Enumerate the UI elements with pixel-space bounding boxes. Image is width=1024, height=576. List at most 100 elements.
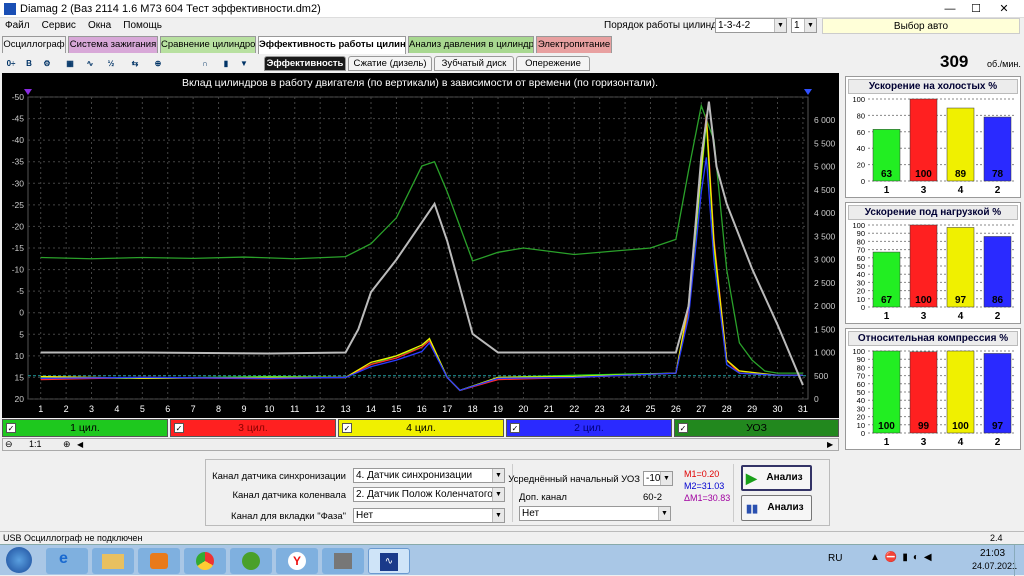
- minimize-button[interactable]: —: [938, 0, 962, 18]
- check-icon[interactable]: ✓: [678, 423, 688, 433]
- menu-windows[interactable]: Окна: [88, 20, 111, 31]
- x-tick: 2: [64, 404, 69, 414]
- close-button[interactable]: ✕: [992, 0, 1016, 18]
- check-icon[interactable]: ✓: [6, 423, 16, 433]
- menu-help[interactable]: Помощь: [123, 20, 162, 31]
- y-left-tick: 5: [19, 329, 24, 339]
- subtab-efficiency[interactable]: Эффективность: [264, 56, 346, 71]
- start-button[interactable]: [6, 547, 32, 573]
- x-tick: 14: [366, 404, 376, 414]
- extra-select[interactable]: Нет ▼: [519, 506, 671, 521]
- maximize-button[interactable]: ☐: [964, 0, 988, 18]
- chevron-down-icon: ▼: [660, 472, 672, 485]
- diamag-icon: ∿: [380, 553, 398, 571]
- sync-select[interactable]: 4. Датчик синхронизации ▼: [353, 468, 505, 483]
- analyze-button[interactable]: ▶ Анализ: [741, 465, 812, 491]
- taskbar-ie-icon[interactable]: e: [46, 548, 88, 574]
- phase-select[interactable]: Нет ▼: [353, 508, 505, 523]
- bar-category-label: 1: [884, 311, 890, 322]
- chevron-down-icon: ▼: [774, 19, 786, 32]
- check-icon[interactable]: ✓: [510, 423, 520, 433]
- rpm-icon[interactable]: ⚙: [39, 56, 55, 71]
- extra-code: 60-2: [643, 492, 663, 503]
- legend-uoz[interactable]: ✓ УОЗ: [674, 419, 839, 437]
- analyze-bars-button[interactable]: ▮▮ Анализ: [741, 495, 812, 521]
- check-icon[interactable]: ✓: [342, 423, 352, 433]
- lang-indicator[interactable]: RU: [828, 553, 842, 564]
- zoom-out-icon[interactable]: ⊖: [5, 439, 13, 450]
- tray-icons[interactable]: ▲⛔▮◐◀: [870, 552, 937, 563]
- compression-bars: 100908070605040302010010019931004972: [852, 347, 1016, 448]
- y-left-tick: -50: [12, 92, 25, 102]
- panel-compression-title: Относительная компрессия %: [848, 331, 1018, 346]
- menu-service[interactable]: Сервис: [42, 20, 76, 31]
- efficiency-chart[interactable]: Вклад цилиндров в работу двигателя (по в…: [2, 73, 839, 418]
- utorrent-icon: [242, 552, 260, 570]
- bars-icon[interactable]: ▮: [218, 56, 234, 71]
- zoom-icon[interactable]: ⊕: [150, 56, 166, 71]
- taskbar-chrome-icon[interactable]: [184, 548, 226, 574]
- subtab-gear[interactable]: Зубчатый диск: [434, 56, 514, 71]
- x-tick: 1: [38, 404, 43, 414]
- legend-cyl2[interactable]: ✓ 2 цил.: [506, 419, 672, 437]
- uoz-icon[interactable]: ∩: [197, 56, 213, 71]
- app-icon: [4, 3, 16, 15]
- phase-label: Канал для вкладки "Фаза": [231, 511, 346, 522]
- x-tick: 24: [620, 404, 630, 414]
- grid-icon[interactable]: ▦: [62, 56, 78, 71]
- bar-category-label: 2: [995, 185, 1001, 196]
- panel-idle-accel-title: Ускорение на холостых %: [848, 79, 1018, 94]
- tab-pressure[interactable]: Анализ давления в цилиндре: [408, 36, 534, 53]
- legend-cyl1[interactable]: ✓ 1 цил.: [2, 419, 168, 437]
- taskbar-app-icon[interactable]: [322, 548, 364, 574]
- taskbar-diamag-icon[interactable]: ∿: [368, 548, 410, 574]
- legend-cyl3[interactable]: ✓ 3 цил.: [170, 419, 336, 437]
- cyl-order-select[interactable]: 1-3-4-2 ▼: [715, 18, 787, 33]
- x-tick: 5: [140, 404, 145, 414]
- taskbar-yandex-icon[interactable]: Y: [276, 548, 318, 574]
- settings-panel: Канал датчика синхронизации 4. Датчик си…: [205, 459, 830, 526]
- auto-select-field[interactable]: Выбор авто: [822, 18, 1020, 34]
- y-right-tick: 4 500: [814, 185, 836, 195]
- subtab-advance[interactable]: Опережение: [516, 56, 590, 71]
- check-icon[interactable]: ✓: [174, 423, 184, 433]
- cyl-index-select[interactable]: 1 ▼: [791, 18, 817, 33]
- extra-value: Нет: [522, 508, 540, 519]
- taskbar-utorrent-icon[interactable]: [230, 548, 272, 574]
- y-right-tick: 4 000: [814, 208, 836, 218]
- bar-category-label: 2: [995, 311, 1001, 322]
- y-left-tick: -30: [12, 178, 25, 188]
- status-right: 2.4: [990, 533, 1003, 543]
- idle-accel-bars: 100 80 60 40 20 0 63 1 100 3 89 4 78 2: [852, 95, 1016, 196]
- legend-cyl4[interactable]: ✓ 4 цил.: [338, 419, 504, 437]
- split-icon[interactable]: 0÷: [3, 56, 19, 71]
- scroll-right-icon[interactable]: ▶: [827, 440, 833, 449]
- taskbar-explorer-icon[interactable]: [92, 548, 134, 574]
- bar-category-label: 4: [958, 185, 964, 196]
- tab-oscilloscope[interactable]: Осциллограф: [2, 36, 66, 53]
- bar-y-tick: 0: [861, 177, 865, 186]
- taskbar-media-icon[interactable]: [138, 548, 180, 574]
- tab-ignition[interactable]: Система зажигания: [68, 36, 158, 53]
- wave-icon[interactable]: ∿: [82, 56, 98, 71]
- subtab-diesel[interactable]: Сжатие (дизель): [348, 56, 432, 71]
- scroll-left-icon[interactable]: ◀: [77, 440, 83, 449]
- bar-y-tick: 80: [857, 111, 865, 120]
- crank-select[interactable]: 2. Датчик Полож Коленчатого Вал ▼: [353, 487, 505, 502]
- tab-power[interactable]: Электропитание: [536, 36, 612, 53]
- bar-value-label: 100: [915, 295, 932, 306]
- sync-icon[interactable]: ⇆: [127, 56, 143, 71]
- menu-file[interactable]: Файл: [5, 20, 30, 31]
- filter-icon[interactable]: ▼: [236, 56, 252, 71]
- avg-uoz-select[interactable]: -10 ▼: [643, 471, 673, 486]
- bar-y-tick: 40: [857, 144, 865, 153]
- status-bar: USB Осциллограф не подключен 2.4: [0, 531, 1024, 544]
- tab-efficiency[interactable]: Эффективность работы цилиндров: [258, 36, 406, 54]
- chevron-down-icon: ▼: [492, 469, 504, 482]
- bold-b-icon[interactable]: B: [21, 56, 37, 71]
- chart-svg: Вклад цилиндров в работу двигателя (по в…: [12, 77, 836, 414]
- tab-cyl-compare[interactable]: Сравнение цилиндров: [160, 36, 256, 53]
- zoom-in-icon[interactable]: ⊕: [63, 439, 71, 450]
- show-desktop-button[interactable]: [1014, 545, 1024, 576]
- ratio-icon[interactable]: ½: [103, 56, 119, 71]
